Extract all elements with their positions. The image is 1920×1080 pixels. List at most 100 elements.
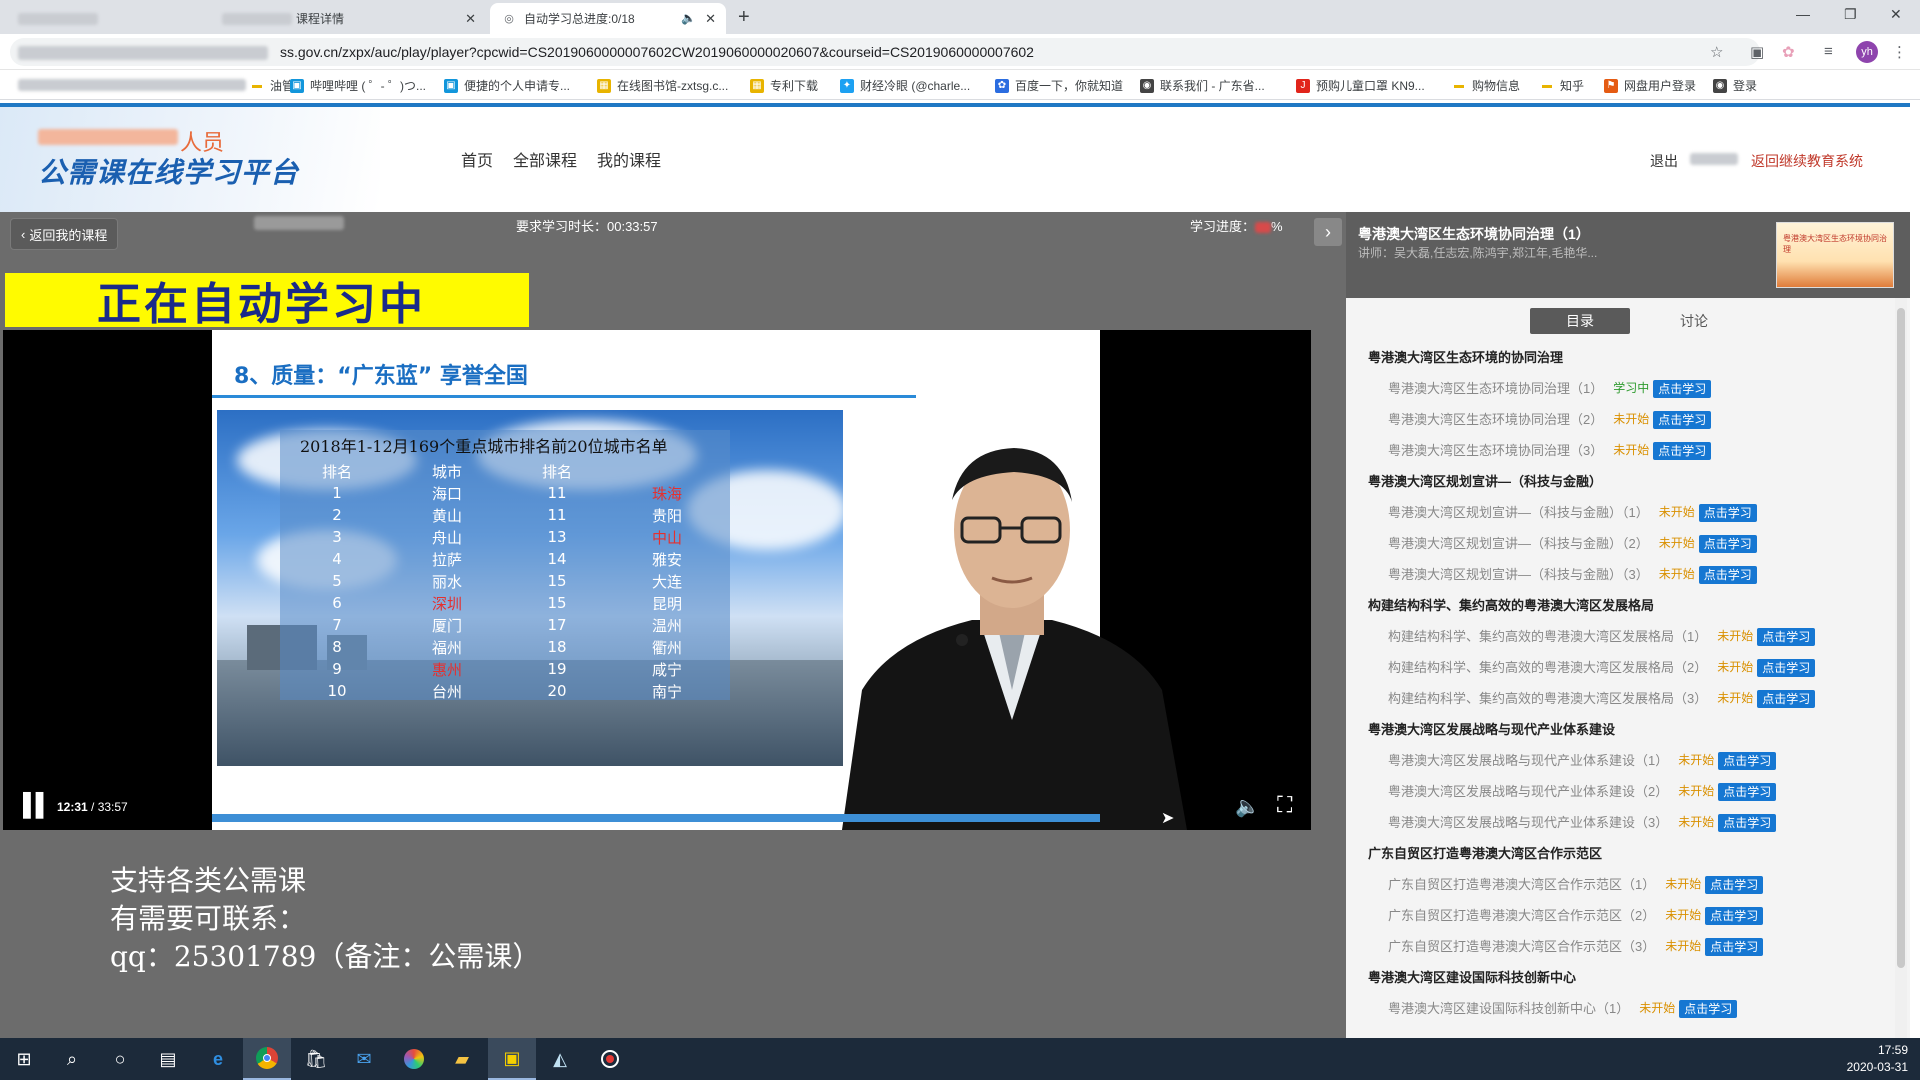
menu-icon[interactable]: ⋮ [1892,43,1907,61]
lesson-item[interactable]: 构建结构科学、集约高效的粤港澳大湾区发展格局（2） 未开始 点击学习 [1368,652,1888,683]
lesson-item[interactable]: 粤港澳大湾区规划宣讲—（科技与金融）（1） 未开始 点击学习 [1368,497,1888,528]
bookmark-item[interactable]: ▬ 知乎 [1540,77,1584,94]
start-learning-button[interactable]: 点击学习 [1757,627,1816,646]
search-icon[interactable]: ⌕ [48,1038,96,1080]
bookmark-item[interactable]: ◉ 联系我们 - 广东省... [1140,77,1265,94]
start-learning-button[interactable]: 点击学习 [1757,658,1816,677]
sidebar-scroll-thumb[interactable] [1897,308,1905,968]
speaker-icon[interactable]: 🔈 [681,11,696,25]
start-learning-button[interactable]: 点击学习 [1653,441,1712,460]
mail-icon[interactable]: ✉ [340,1038,388,1080]
color-app-icon[interactable] [390,1038,438,1080]
lesson-item[interactable]: 构建结构科学、集约高效的粤港澳大湾区发展格局（3） 未开始 点击学习 [1368,683,1888,714]
minimize-button[interactable]: — [1796,6,1810,22]
lesson-item[interactable]: 粤港澳大湾区发展战略与现代产业体系建设（1） 未开始 点击学习 [1368,745,1888,776]
close-window-button[interactable]: ✕ [1890,6,1902,23]
chrome-icon[interactable] [243,1038,291,1080]
bookmark-item[interactable]: ◉ 登录 [1713,77,1757,94]
start-learning-button[interactable]: 点击学习 [1698,565,1757,584]
start-learning-button[interactable]: 点击学习 [1705,875,1764,894]
lesson-item[interactable]: 粤港澳大湾区生态环境协同治理（2） 未开始 点击学习 [1368,404,1888,435]
system-clock[interactable]: 17:59 2020-03-31 [1847,1042,1908,1076]
lesson-item[interactable]: 粤港澳大湾区生态环境协同治理（3） 未开始 点击学习 [1368,435,1888,466]
lesson-status: 未开始 [1717,660,1754,674]
media-icon[interactable]: ≡ [1824,43,1833,60]
lesson-item[interactable]: 粤港澳大湾区生态环境协同治理（1） 学习中 点击学习 [1368,373,1888,404]
extension-icon[interactable]: ▣ [1750,43,1764,61]
pause-icon[interactable]: ▌▌ [23,792,51,818]
lesson-item[interactable]: 广东自贸区打造粤港澳大湾区合作示范区（3） 未开始 点击学习 [1368,931,1888,962]
app-yellow-icon[interactable]: ▣ [488,1038,536,1080]
lesson-item[interactable]: 粤港澳大湾区规划宣讲—（科技与金融）（2） 未开始 点击学习 [1368,528,1888,559]
app-tool-icon[interactable]: ◭ [536,1038,584,1080]
start-learning-button[interactable]: 点击学习 [1705,937,1764,956]
browser-tab-left-blurred[interactable] [0,3,240,34]
bookmark-item[interactable]: ▬ 油管 [250,77,294,94]
table-cell: 11 [547,484,567,502]
table-row: 4 拉萨 14 雅安 [282,548,722,570]
table-cell: 衢州 [651,638,682,657]
current-course-header: 粤港澳大湾区生态环境协同治理（1） 讲师：吴大磊,任志宏,陈鸿宇,郑江年,毛艳华… [1346,212,1910,298]
lesson-item[interactable]: 粤港澳大湾区发展战略与现代产业体系建设（3） 未开始 点击学习 [1368,807,1888,838]
star-icon[interactable]: ☆ [1710,43,1723,61]
close-icon[interactable]: ✕ [465,11,476,27]
fullscreen-icon[interactable]: ⛶ [1277,792,1292,818]
start-learning-button[interactable]: 点击学习 [1705,906,1764,925]
lesson-item[interactable]: 广东自贸区打造粤港澳大湾区合作示范区（1） 未开始 点击学习 [1368,869,1888,900]
volume-icon[interactable]: 🔈 [1235,794,1260,819]
back-to-my-courses-button[interactable]: ‹ 返回我的课程 [10,218,119,250]
store-icon[interactable]: 🛍 [292,1038,340,1080]
start-learning-button[interactable]: 点击学习 [1653,410,1712,429]
start-learning-button[interactable]: 点击学习 [1679,999,1738,1018]
bookmark-item[interactable]: ✿ 百度一下，你就知道 [995,77,1123,94]
logout-link[interactable]: 退出 [1650,151,1678,171]
start-learning-button[interactable]: 点击学习 [1698,534,1757,553]
tab-catalog[interactable]: 目录 [1530,308,1630,334]
windows-start-icon[interactable]: ⊞ [0,1038,48,1080]
bookmark-item[interactable]: ▣ 哔哩哔哩 ( ゜- ゜)つ... [290,77,426,94]
browser-tab-course-detail[interactable]: 课程详情 ✕ [210,3,486,34]
lesson-name: 广东自贸区打造粤港澳大湾区合作示范区（3） [1388,939,1656,954]
chevron-right-icon[interactable]: › [1314,218,1342,246]
start-learning-button[interactable]: 点击学习 [1718,813,1777,832]
start-learning-button[interactable]: 点击学习 [1718,751,1777,770]
record-icon[interactable] [586,1038,634,1080]
nav-home[interactable]: 首页 [461,147,493,171]
site-logo[interactable]: 人员 公需课在线学习平台 [0,107,380,212]
return-continuing-edu-link[interactable]: 返回继续教育系统 [1751,151,1863,171]
file-explorer-icon[interactable]: ▰ [438,1038,486,1080]
lesson-item[interactable]: 构建结构科学、集约高效的粤港澳大湾区发展格局（1） 未开始 点击学习 [1368,621,1888,652]
profile-avatar[interactable]: yh [1856,41,1878,63]
start-learning-button[interactable]: 点击学习 [1757,689,1816,708]
nav-all-courses[interactable]: 全部课程 [513,147,577,171]
tab-discussion[interactable]: 讨论 [1644,308,1744,334]
bookmark-item[interactable]: ✦ 财经冷眼 (@charle... [840,77,970,94]
edge-icon[interactable]: e [194,1038,242,1080]
address-bar[interactable]: ss.gov.cn/zxpx/auc/play/player?cpcwid=CS… [10,38,1760,66]
bookmark-label: 财经冷眼 (@charle... [860,79,971,93]
bookmark-item[interactable]: ▣ 便捷的个人申请专... [444,77,570,94]
cortana-icon[interactable]: ○ [96,1038,144,1080]
bookmark-item[interactable]: ▬ 购物信息 [1452,77,1520,94]
bookmark-item[interactable]: ▦ 专利下载 [750,77,818,94]
task-view-icon[interactable]: ▤ [144,1038,192,1080]
bookmark-item[interactable]: J 预购儿童口罩 KN9... [1296,77,1425,94]
lesson-item[interactable]: 粤港澳大湾区规划宣讲—（科技与金融）（3） 未开始 点击学习 [1368,559,1888,590]
new-tab-button[interactable]: + [738,6,750,29]
browser-tab-auto-learn[interactable]: ◎ 自动学习总进度:0/18 🔈 ✕ [490,3,726,34]
lesson-status: 学习中 [1613,381,1650,395]
bookmark-item[interactable]: ⚑ 网盘用户登录 [1604,77,1696,94]
restore-button[interactable]: ❐ [1844,6,1857,23]
video-player[interactable]: 8、质量：“广东蓝” 享誉全国 2018年1-12月169个重点城市排名前20位… [3,330,1311,830]
table-cell: 9 [332,660,342,678]
start-learning-button[interactable]: 点击学习 [1653,379,1712,398]
lesson-item[interactable]: 粤港澳大湾区建设国际科技创新中心（1） 未开始 点击学习 [1368,993,1888,1024]
lesson-item[interactable]: 广东自贸区打造粤港澳大湾区合作示范区（2） 未开始 点击学习 [1368,900,1888,931]
extension-2-icon[interactable]: ✿ [1782,43,1795,61]
nav-my-courses[interactable]: 我的课程 [597,147,661,171]
lesson-item[interactable]: 粤港澳大湾区发展战略与现代产业体系建设（2） 未开始 点击学习 [1368,776,1888,807]
start-learning-button[interactable]: 点击学习 [1698,503,1757,522]
close-icon[interactable]: ✕ [705,11,716,27]
start-learning-button[interactable]: 点击学习 [1718,782,1777,801]
bookmark-item[interactable]: ▦ 在线图书馆-zxtsg.c... [597,77,728,94]
